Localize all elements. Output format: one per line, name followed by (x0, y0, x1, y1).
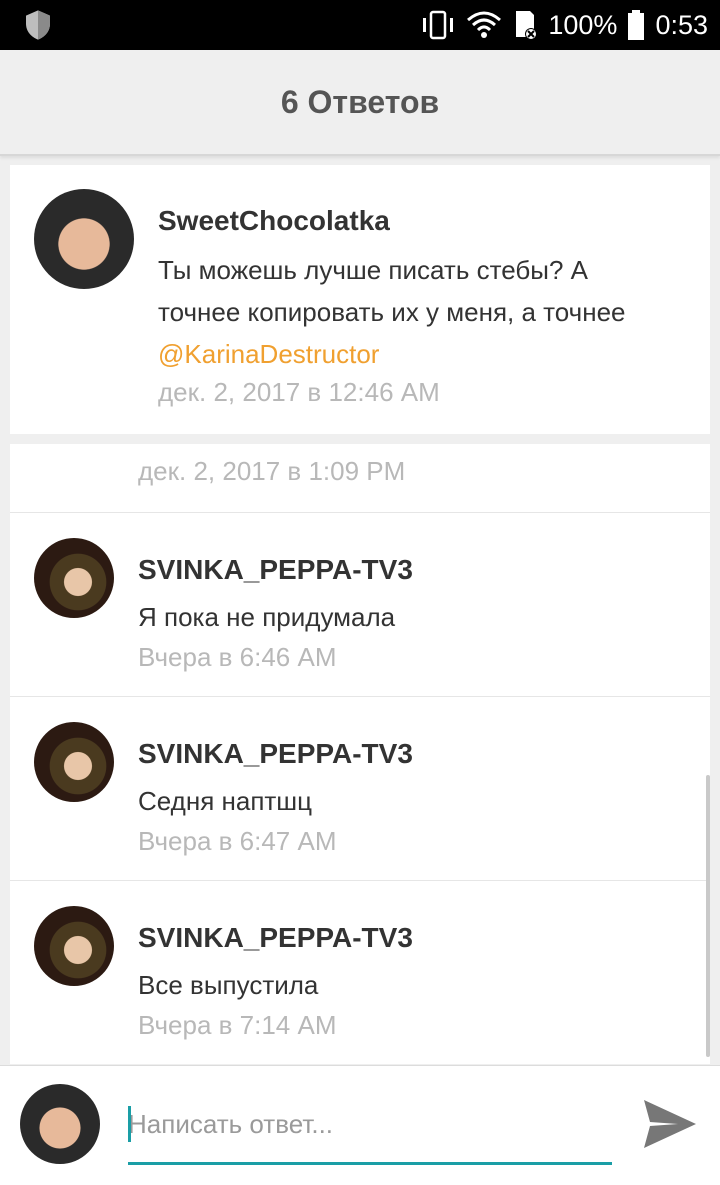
reply-author[interactable]: SVINKA_PEPPA-TV3 (138, 554, 413, 586)
divider (10, 512, 710, 513)
list-item[interactable]: SVINKA_PEPPA-TV3 Седня наптшц Вчера в 6:… (10, 698, 710, 881)
reply-input[interactable] (128, 1102, 612, 1146)
reply-bar (0, 1065, 720, 1185)
avatar[interactable] (34, 906, 114, 986)
list-item[interactable]: SVINKA_PEPPA-TV3 Я пока не придумала Вче… (10, 514, 710, 697)
reply-timestamp: Вчера в 6:47 AM (138, 826, 337, 856)
send-icon[interactable] (640, 1096, 700, 1152)
vibrate-icon (423, 10, 454, 40)
list-item[interactable]: SVINKA_PEPPA-TV3 Все выпустила Вчера в 7… (10, 882, 710, 1064)
avatar[interactable] (34, 538, 114, 618)
battery-icon (628, 10, 645, 40)
battery-percent: 100% (548, 9, 618, 40)
reply-author[interactable]: SVINKA_PEPPA-TV3 (138, 738, 413, 770)
input-underline (128, 1162, 612, 1165)
reply-timestamp: дек. 2, 2017 в 1:09 PM (138, 456, 406, 486)
reply-text: Седня наптшц (138, 786, 313, 816)
original-comment-card[interactable]: SweetChocolatka Ты можешь лучше писать с… (10, 165, 710, 434)
comment-text-line: точнее копировать их у меня, а точнее (158, 297, 626, 327)
app-header: 6 Ответов (0, 50, 720, 156)
page-title: 6 Ответов (280, 83, 440, 120)
mention-link[interactable]: @KarinaDestructor (158, 333, 698, 375)
comment-text-line: Ты можешь лучше писать стебы? А (158, 255, 588, 285)
reply-text: Я пока не придумала (138, 602, 396, 632)
sd-card-icon (516, 11, 538, 40)
text-caret (128, 1106, 131, 1142)
avatar[interactable] (34, 722, 114, 802)
status-bar: 100% 0:53 (0, 0, 720, 50)
wifi-icon (467, 11, 502, 38)
shield-icon (26, 10, 50, 40)
comment-text: Ты можешь лучше писать стебы? А точнее к… (158, 249, 698, 375)
scrollbar[interactable] (706, 775, 710, 1057)
reply-timestamp: Вчера в 6:46 AM (138, 642, 337, 672)
avatar (20, 1084, 100, 1164)
reply-timestamp: Вчера в 7:14 AM (138, 1010, 337, 1040)
divider (10, 880, 710, 881)
reply-author[interactable]: SVINKA_PEPPA-TV3 (138, 922, 413, 954)
divider (10, 696, 710, 697)
comment-timestamp: дек. 2, 2017 в 12:46 AM (158, 377, 440, 407)
avatar[interactable] (34, 189, 134, 289)
replies-list[interactable]: дек. 2, 2017 в 1:09 PM SVINKA_PEPPA-TV3 … (10, 444, 710, 1064)
clock: 0:53 (655, 9, 708, 40)
reply-text: Все выпустила (138, 970, 319, 1000)
comment-author[interactable]: SweetChocolatka (158, 205, 390, 237)
